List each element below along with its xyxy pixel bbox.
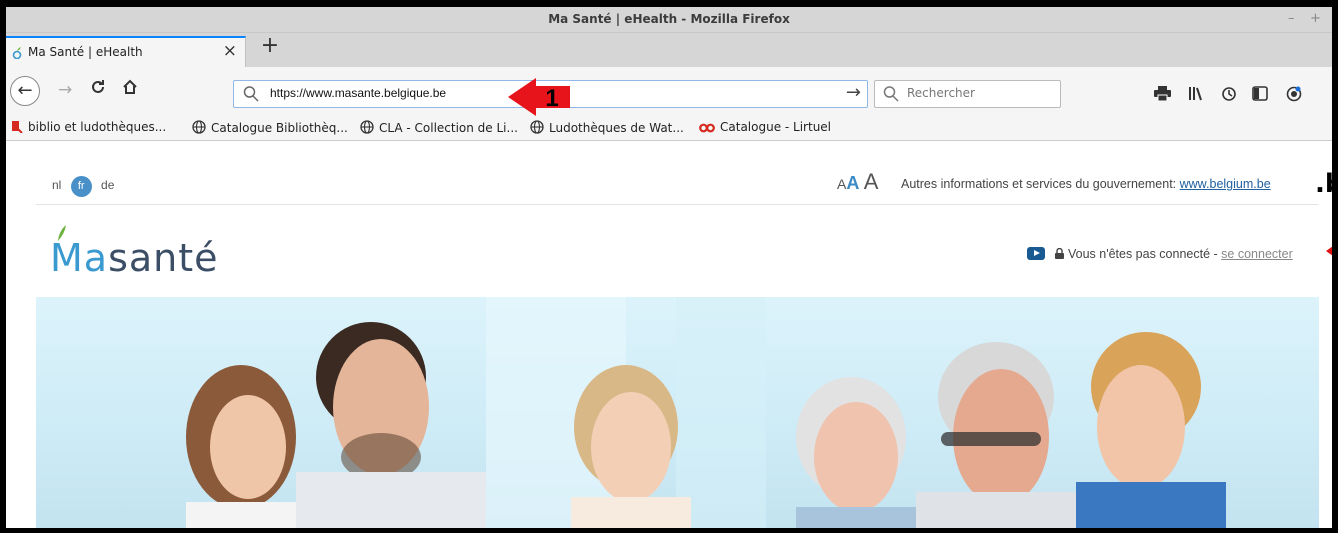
font-size-large[interactable]: A [864, 169, 879, 194]
sidebar-icon [1252, 86, 1268, 101]
leaf-favicon-icon [12, 47, 22, 59]
lang-fr-link[interactable]: fr [70, 176, 92, 197]
belgium-link[interactable]: www.belgium.be [1180, 177, 1271, 191]
gov-info: Autres informations et services du gouve… [901, 177, 1271, 191]
minimize-button[interactable]: – [1288, 11, 1295, 26]
globe-icon [360, 120, 374, 134]
globe-icon [530, 120, 544, 134]
bookmark-item[interactable]: Catalogue - Lirtuel [699, 120, 831, 134]
library-button[interactable] [1186, 86, 1206, 104]
bookmark-label: CLA - Collection de Li... [379, 121, 518, 135]
lang-de-link[interactable]: de [101, 178, 114, 192]
bookmarks-toolbar: biblio et ludothèques... Catalogue Bibli… [6, 115, 1332, 141]
infinity-icon [699, 123, 715, 133]
window-title: Ma Santé | eHealth - Mozilla Firefox [548, 12, 790, 26]
font-size-medium[interactable]: A [846, 173, 859, 193]
browser-window: Ma Santé | eHealth - Mozilla Firefox – +… [6, 7, 1332, 528]
home-icon [123, 79, 137, 94]
logo-ma: Ma [50, 236, 109, 280]
search-placeholder: Rechercher [907, 86, 975, 100]
font-size-switcher: AA A [837, 169, 878, 195]
history-button[interactable] [1218, 86, 1238, 104]
printer-icon [1153, 86, 1171, 102]
font-size-small[interactable]: A [837, 176, 846, 192]
history-icon [1221, 87, 1236, 101]
annotation-number: 1 [545, 85, 558, 112]
new-tab-button[interactable]: + [256, 33, 284, 58]
site-logo[interactable]: Masanté [50, 236, 219, 280]
connection-text: Vous n'êtes pas connecté - [1067, 247, 1218, 261]
tab-bar: Ma Santé | eHealth × + [6, 33, 1332, 67]
login-link[interactable]: se connecter [1221, 247, 1293, 261]
video-play-icon[interactable] [1027, 247, 1045, 260]
reload-button[interactable] [90, 79, 106, 100]
forward-arrow-icon: → [58, 80, 73, 100]
back-button[interactable]: ← [10, 76, 40, 106]
family-photo-illustration [186, 297, 1226, 528]
bookmark-item[interactable]: Catalogue Bibliothèq... [192, 120, 348, 135]
tab-ma-sante[interactable]: Ma Santé | eHealth × [6, 36, 246, 67]
search-icon [883, 86, 899, 102]
annotation-arrow-1: 1 [508, 78, 570, 116]
cropped-text: .b [1315, 169, 1332, 199]
bookmark-red-icon [12, 121, 23, 133]
reload-icon [92, 80, 104, 93]
bookmark-item[interactable]: Ludothèques de Wat... [530, 120, 684, 135]
bookmark-label: Catalogue - Lirtuel [720, 120, 832, 134]
globe-icon [192, 120, 206, 134]
forward-button[interactable]: → [58, 80, 72, 100]
logo-sante: santé [108, 236, 219, 280]
go-arrow-icon[interactable]: → [846, 82, 861, 103]
annotation-arrow-tip [1326, 246, 1332, 256]
search-bar[interactable]: Rechercher [874, 80, 1061, 108]
web-page: nl fr de AA A Autres informations et ser… [6, 141, 1332, 528]
library-icon [1188, 87, 1202, 101]
lock-icon [1055, 247, 1065, 259]
print-button[interactable] [1152, 86, 1172, 104]
bookmark-item[interactable]: CLA - Collection de Li... [360, 120, 518, 135]
bookmark-label: Ludothèques de Wat... [549, 121, 684, 135]
extension-button[interactable] [1284, 86, 1304, 104]
tab-close-button[interactable]: × [223, 41, 237, 61]
tab-label: Ma Santé | eHealth [28, 45, 143, 59]
extension-icon [1286, 86, 1302, 102]
url-text[interactable]: https://www.masante.belgique.be [270, 86, 446, 100]
search-icon [243, 86, 259, 102]
maximize-button[interactable]: + [1310, 11, 1321, 26]
language-switcher: nl fr de [52, 176, 120, 197]
divider [36, 204, 1318, 205]
lang-nl-link[interactable]: nl [52, 178, 61, 192]
navigation-toolbar: ← → https://www.masante.belgique.be → Re… [6, 67, 1332, 115]
gov-info-text: Autres informations et services du gouve… [901, 177, 1177, 191]
connection-status: Vous n'êtes pas connecté - se connecter [1027, 247, 1293, 261]
bookmark-label: Catalogue Bibliothèq... [211, 121, 348, 135]
back-arrow-icon: ← [17, 80, 33, 101]
bookmark-item[interactable]: biblio et ludothèques... [12, 120, 166, 134]
sidebar-button[interactable] [1250, 86, 1270, 104]
home-button[interactable] [122, 79, 138, 100]
bookmark-label: biblio et ludothèques... [28, 120, 167, 134]
window-titlebar: Ma Santé | eHealth - Mozilla Firefox – + [6, 7, 1332, 33]
hero-image [36, 297, 1319, 528]
